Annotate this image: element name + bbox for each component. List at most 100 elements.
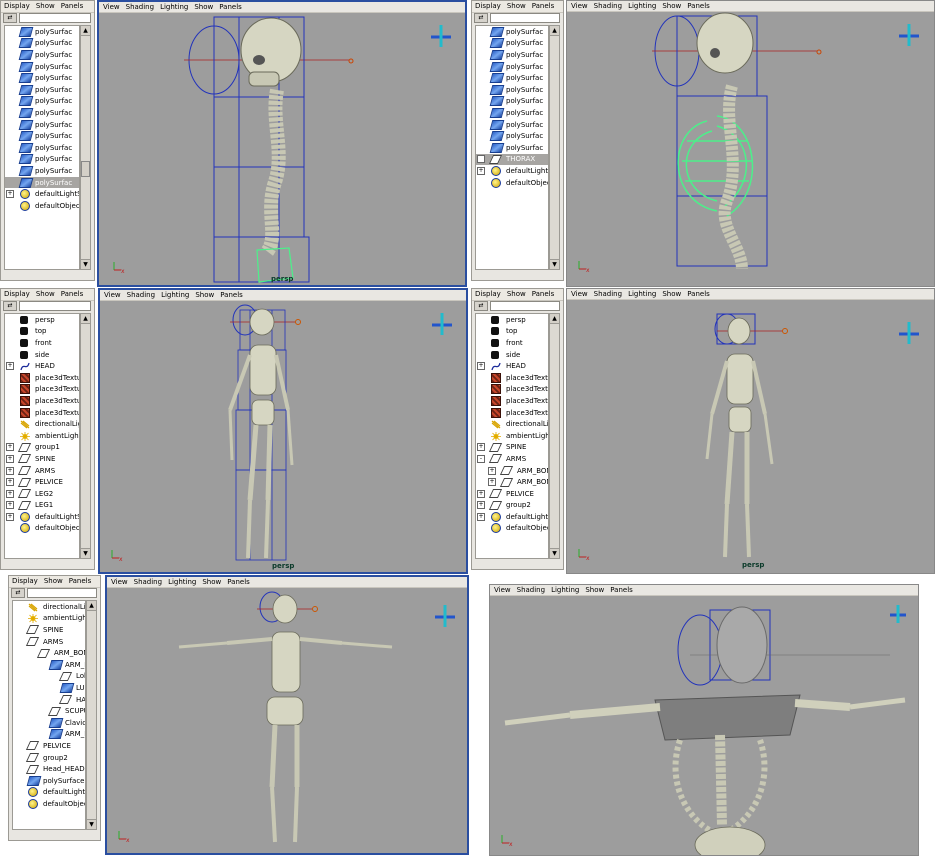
outliner-row[interactable]: defaultObjectSet	[476, 523, 548, 535]
outliner-row[interactable]: place3dTexture2	[5, 384, 79, 396]
expand-icon[interactable]: +	[477, 512, 485, 521]
outliner-row[interactable]: + ARMS	[5, 465, 79, 477]
outliner-row[interactable]: polySurfac	[476, 38, 548, 50]
menu-display[interactable]: Display	[4, 1, 30, 12]
menu-show[interactable]: Show	[36, 289, 55, 300]
outliner-row[interactable]: place3dTexture4	[5, 395, 79, 407]
outliner-row[interactable]: polySurfac	[5, 130, 79, 142]
outliner-row[interactable]: polySurfac	[476, 119, 548, 131]
menu-view[interactable]: View	[494, 585, 511, 595]
outliner-row[interactable]: front	[476, 337, 548, 349]
menu-display[interactable]: Display	[4, 289, 30, 300]
menu-panels[interactable]: Panels	[61, 1, 84, 12]
outliner-row[interactable]: polySurfac	[5, 96, 79, 108]
viewport-persp-5[interactable]: View Shading Lighting Show Panels x	[105, 575, 469, 855]
outliner-row[interactable]: PELVICE	[13, 740, 85, 752]
outliner-row[interactable]: polySurfac	[476, 130, 548, 142]
scroll-up-icon[interactable]: ▲	[550, 314, 559, 324]
scroll-up-icon[interactable]: ▲	[81, 26, 90, 36]
expand-icon[interactable]: +	[477, 362, 485, 371]
viewport-persp-1[interactable]: View Shading Lighting Show Panels x pers…	[97, 0, 467, 287]
outliner-row[interactable]: polySurfac	[476, 142, 548, 154]
outliner-row[interactable]: polySurfac	[5, 107, 79, 119]
viewport-persp-4[interactable]: View Shading Lighting Show Panels x persp	[566, 288, 935, 574]
outliner-row[interactable]: + SPINE	[476, 442, 548, 454]
outliner-row[interactable]: directionalLight1	[13, 601, 85, 613]
outliner-row[interactable]: polySurfac	[5, 142, 79, 154]
menu-shading[interactable]: Shading	[127, 290, 155, 300]
outliner-row[interactable]: defaultObjectS	[476, 177, 548, 189]
outliner-row[interactable]: polySurfac	[476, 49, 548, 61]
menu-panels[interactable]: Panels	[220, 290, 243, 300]
expand-icon[interactable]: +	[477, 443, 485, 452]
expand-icon[interactable]: +	[6, 362, 14, 371]
outliner-row[interactable]: + defaultLightSe	[476, 165, 548, 177]
outliner-row[interactable]: ambientLight1	[5, 430, 79, 442]
outliner-scrollbar[interactable]: ▲ ▼	[549, 25, 560, 270]
outliner-row[interactable]: ARM_BON	[13, 729, 85, 741]
outliner-row[interactable]: group2	[13, 752, 85, 764]
filter-input[interactable]	[27, 588, 97, 598]
menu-shading[interactable]: Shading	[517, 585, 545, 595]
outliner-row[interactable]: defaultObjectS	[5, 200, 79, 212]
filter-input[interactable]	[490, 301, 560, 311]
outliner-scrollbar[interactable]: ▲ ▼	[86, 600, 97, 830]
outliner-list[interactable]: persp top front side + HEAD place3dTexture1 pla…	[475, 313, 549, 559]
menu-view[interactable]: View	[103, 2, 120, 12]
menu-show[interactable]: Show	[36, 1, 55, 12]
menu-panels[interactable]: Panels	[69, 576, 92, 587]
outliner-row[interactable]: + defaultLightSet	[476, 511, 548, 523]
menu-panels[interactable]: Panels	[532, 289, 555, 300]
outliner-row[interactable]: place3dTexture3	[476, 407, 548, 419]
menu-panels[interactable]: Panels	[219, 2, 242, 12]
outliner-row[interactable]: ambientLight1	[476, 430, 548, 442]
outliner-list[interactable]: polySurfac polySurfac polySurfac polySurfac…	[475, 25, 549, 270]
menu-panels[interactable]: Panels	[687, 1, 710, 11]
menu-shading[interactable]: Shading	[134, 577, 162, 587]
outliner-row[interactable]: + group2	[476, 500, 548, 512]
menu-panels[interactable]: Panels	[687, 289, 710, 299]
menu-shading[interactable]: Shading	[126, 2, 154, 12]
outliner-row[interactable]: polySurfac	[5, 26, 79, 38]
expand-icon[interactable]: +	[488, 478, 496, 487]
menu-show[interactable]: Show	[195, 290, 214, 300]
outliner-row[interactable]: polySurfac	[5, 72, 79, 84]
outliner-scrollbar[interactable]: ▲ ▼	[80, 313, 91, 559]
expand-icon[interactable]: +	[6, 190, 14, 199]
menu-show[interactable]: Show	[585, 585, 604, 595]
menu-show[interactable]: Show	[662, 289, 681, 299]
outliner-row[interactable]: side	[476, 349, 548, 361]
outliner-row[interactable]: + defaultLightSet	[5, 511, 79, 523]
menu-show[interactable]: Show	[507, 1, 526, 12]
outliner-row[interactable]: ARM_BON	[13, 659, 85, 671]
outliner-row[interactable]: SCUPULA	[13, 705, 85, 717]
menu-display[interactable]: Display	[475, 289, 501, 300]
menu-view[interactable]: View	[104, 290, 121, 300]
menu-panels[interactable]: Panels	[610, 585, 633, 595]
outliner-row[interactable]: persp	[476, 314, 548, 326]
scroll-down-icon[interactable]: ▼	[81, 548, 90, 558]
outliner-row[interactable]: directionalLight1	[5, 418, 79, 430]
menu-lighting[interactable]: Lighting	[168, 577, 196, 587]
menu-lighting[interactable]: Lighting	[161, 290, 189, 300]
expand-icon[interactable]: +	[477, 155, 485, 164]
outliner-row[interactable]: HAND	[13, 694, 85, 706]
outliner-row[interactable]: top	[476, 326, 548, 338]
filter-icon[interactable]: ⇄	[3, 301, 17, 311]
outliner-row[interactable]: Head_HEAD	[13, 763, 85, 775]
scroll-down-icon[interactable]: ▼	[87, 819, 96, 829]
scroll-thumb[interactable]	[81, 161, 90, 177]
outliner-row[interactable]: SPINE	[13, 624, 85, 636]
outliner-row[interactable]: LUCH	[13, 682, 85, 694]
outliner-row[interactable]: polySurfac	[476, 72, 548, 84]
filter-icon[interactable]: ⇄	[474, 13, 488, 23]
menu-panels[interactable]: Panels	[227, 577, 250, 587]
outliner-row[interactable]: polySurfac	[476, 61, 548, 73]
expand-icon[interactable]: +	[488, 466, 496, 475]
outliner-row[interactable]: defaultObjectSet	[5, 523, 79, 535]
outliner-row[interactable]: ambientLight1	[13, 613, 85, 625]
menu-view[interactable]: View	[571, 289, 588, 299]
outliner-row[interactable]: + LEG2	[5, 488, 79, 500]
filter-input[interactable]	[490, 13, 560, 23]
scroll-up-icon[interactable]: ▲	[550, 26, 559, 36]
